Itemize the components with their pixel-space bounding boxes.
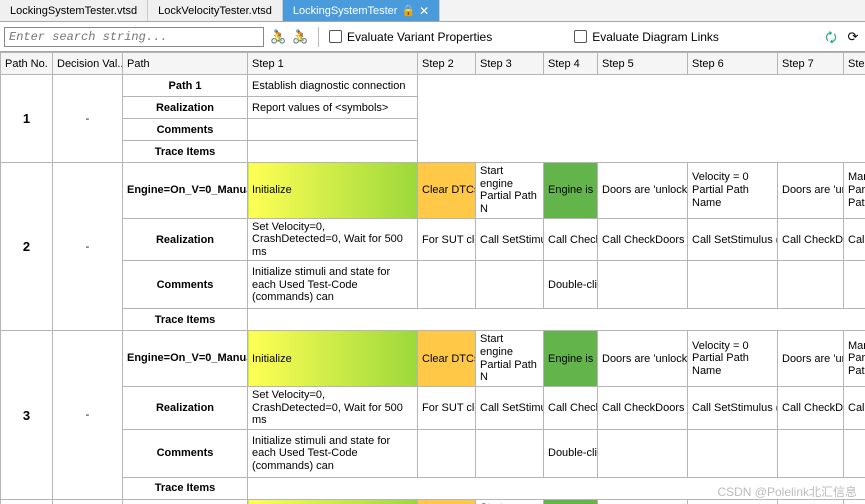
table-row: Comments Initialize stimuli and state fo… — [1, 261, 865, 309]
refresh-icon[interactable]: ⟳ — [845, 29, 861, 45]
table-row: 1 - Path 1 Establish diagnostic connecti… — [1, 75, 865, 97]
table: Path No.Decision Val... PathStep 1 Step … — [0, 52, 865, 504]
table-row: 2 - Engine=On_V=0_ManualUnlocked Initial… — [1, 163, 865, 219]
table-row: Realization Set Velocity=0, CrashDetecte… — [1, 387, 865, 430]
tab-bar: LockingSystemTester.vtsd LockVelocityTes… — [0, 0, 865, 22]
table-row: Realization Set Velocity=0, CrashDetecte… — [1, 218, 865, 261]
find-next-icon[interactable]: 🚴 — [292, 29, 308, 45]
table-row: Trace Items — [1, 477, 865, 499]
close-icon[interactable]: ✕ — [419, 4, 429, 18]
grid[interactable]: Path No.Decision Val... PathStep 1 Step … — [0, 52, 865, 504]
export-icon[interactable]: 🗘 — [823, 29, 839, 45]
checkbox-icon — [574, 30, 587, 43]
find-prev-icon[interactable]: 🚴 — [270, 29, 286, 45]
search-input[interactable] — [4, 27, 264, 47]
lock-icon: 🔒 — [401, 4, 415, 17]
toolbar: 🚴 🚴 Evaluate Variant Properties Evaluate… — [0, 22, 865, 52]
checkbox-icon — [329, 30, 342, 43]
table-row: Comments Initialize stimuli and state fo… — [1, 429, 865, 477]
table-row: 3 - Engine=On_V=0_ManualLocked_Cr Initia… — [1, 331, 865, 387]
table-row: Trace Items — [1, 309, 865, 331]
tab-1[interactable]: LockVelocityTester.vtsd — [148, 0, 283, 21]
tab-0[interactable]: LockingSystemTester.vtsd — [0, 0, 148, 21]
header-row: Path No.Decision Val... PathStep 1 Step … — [1, 53, 865, 75]
eval-links-checkbox[interactable]: Evaluate Diagram Links — [574, 30, 719, 44]
table-row: 4_1 Variant for 'locked' doors Engine=On… — [1, 499, 865, 504]
tab-2[interactable]: LockingSystemTester 🔒 ✕ — [283, 0, 440, 21]
eval-variants-checkbox[interactable]: Evaluate Variant Properties — [329, 30, 492, 44]
